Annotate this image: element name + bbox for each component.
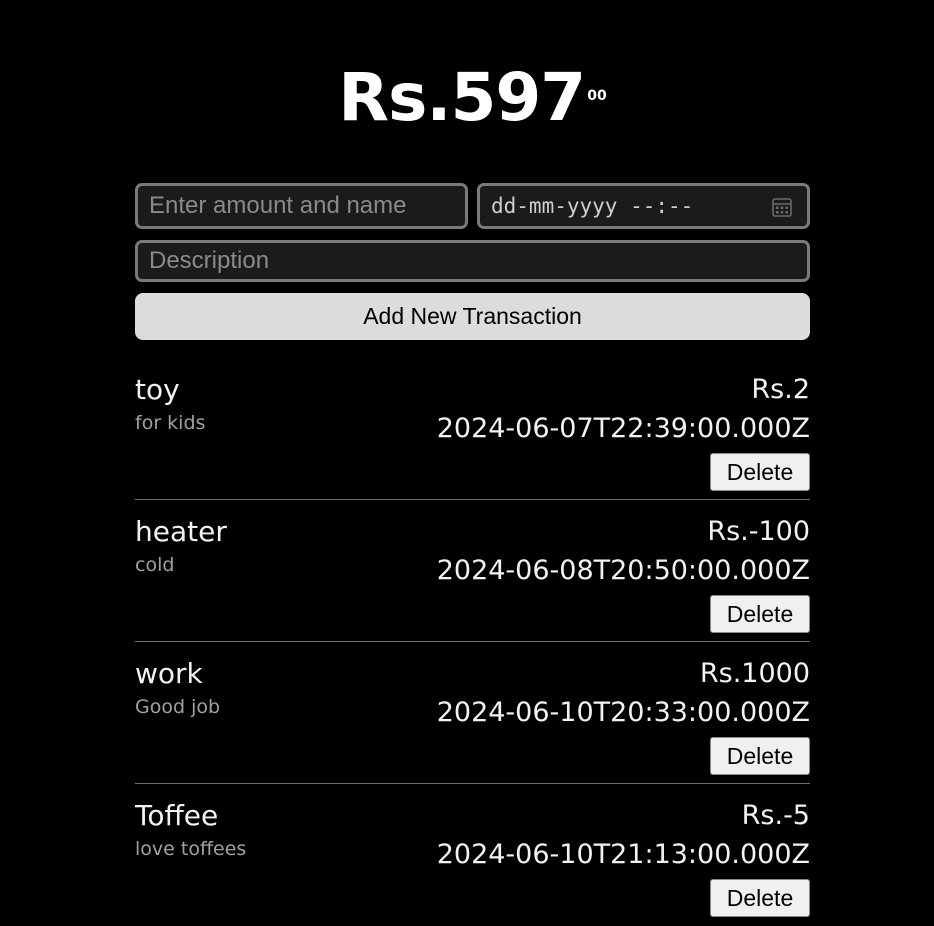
add-transaction-button[interactable]: Add New Transaction [135,293,810,340]
transaction-description: Good job [135,696,221,718]
transaction-item: toy for kids Rs.2 2024-06-07T22:39:00.00… [135,358,810,500]
description-input[interactable]: Description [135,240,810,282]
transaction-amount: Rs.-5 [741,800,810,831]
transaction-name: toy [135,373,180,406]
transaction-description: love toffees [135,838,247,860]
transaction-date: 2024-06-07T22:39:00.000Z [436,413,810,444]
transaction-list: toy for kids Rs.2 2024-06-07T22:39:00.00… [135,358,810,926]
transaction-amount: Rs.1000 [699,658,810,689]
transaction-item: Toffee love toffees Rs.-5 2024-06-10T21:… [135,784,810,926]
delete-button[interactable]: Delete [710,453,810,491]
transaction-date: 2024-06-08T20:50:00.000Z [436,555,810,586]
transaction-amount: Rs.-100 [707,516,810,547]
transaction-date: 2024-06-10T20:33:00.000Z [436,697,810,728]
transaction-description: for kids [135,412,206,434]
calendar-icon[interactable] [771,196,793,218]
datetime-placeholder: dd-mm-yyyy --:-- [491,194,694,218]
transaction-name: work [135,657,203,690]
amount-name-placeholder: Enter amount and name [149,192,407,219]
transaction-amount: Rs.2 [751,374,810,405]
transaction-item: heater cold Rs.-100 2024-06-08T20:50:00.… [135,500,810,642]
delete-button[interactable]: Delete [710,879,810,917]
balance-amount: Rs.597 [338,59,586,136]
delete-button[interactable]: Delete [710,737,810,775]
transaction-name: heater [135,515,227,548]
amount-name-input[interactable]: Enter amount and name [135,183,468,229]
transaction-item: work Good job Rs.1000 2024-06-10T20:33:0… [135,642,810,784]
balance-display: Rs.597 00 [135,58,810,138]
description-placeholder: Description [149,247,270,274]
datetime-input[interactable]: dd-mm-yyyy --:-- [477,183,810,229]
transaction-name: Toffee [135,799,219,832]
transaction-description: cold [135,554,175,576]
balance-cents: 00 [587,88,607,104]
transaction-date: 2024-06-10T21:13:00.000Z [436,839,810,870]
delete-button[interactable]: Delete [710,595,810,633]
